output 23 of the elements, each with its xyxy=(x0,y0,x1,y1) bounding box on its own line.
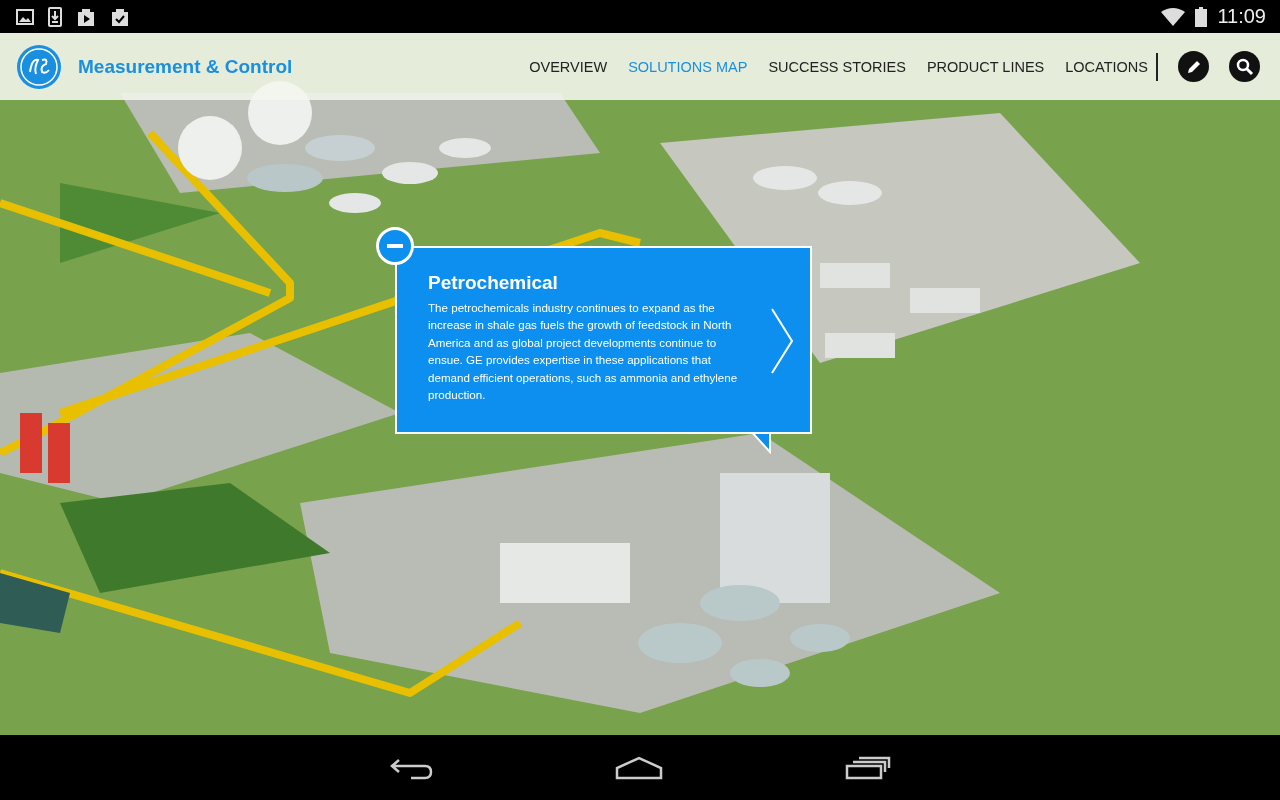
app-title: Measurement & Control xyxy=(78,55,294,78)
battery-icon xyxy=(1195,6,1208,27)
nav-tab[interactable]: SUCCESS STORIES xyxy=(768,54,906,79)
minus-icon xyxy=(387,244,403,248)
search-button[interactable] xyxy=(1229,51,1260,82)
panel-title: Petrochemical xyxy=(428,272,559,294)
play-icon xyxy=(76,6,96,27)
clock-time: 11:09 xyxy=(1217,5,1266,28)
pencil-icon xyxy=(1185,58,1202,75)
checklist-icon xyxy=(110,6,130,27)
nav-tab[interactable]: LOCATIONS xyxy=(1065,54,1148,79)
logo-icon xyxy=(16,43,62,90)
chevron-right-icon xyxy=(770,308,794,374)
house-icon xyxy=(615,755,663,780)
download-icon xyxy=(48,6,62,27)
panel-description: The petrochemicals industry continues to expand as the increase in shale gas fuels the growth of feedstock in North America and as global project developments continue to ensue. GE provides expertise in these applications that demand efficient operations, such as ammonia and ethylene production. xyxy=(428,300,739,404)
picture-icon xyxy=(16,8,34,25)
nav-tab[interactable]: PRODUCT LINES xyxy=(926,54,1045,79)
nav-tab[interactable]: OVERVIEW xyxy=(529,54,608,79)
search-icon xyxy=(1235,57,1254,76)
edit-button[interactable] xyxy=(1178,51,1209,82)
wifi-icon xyxy=(1161,7,1186,26)
stacked-windows-icon xyxy=(845,755,891,780)
